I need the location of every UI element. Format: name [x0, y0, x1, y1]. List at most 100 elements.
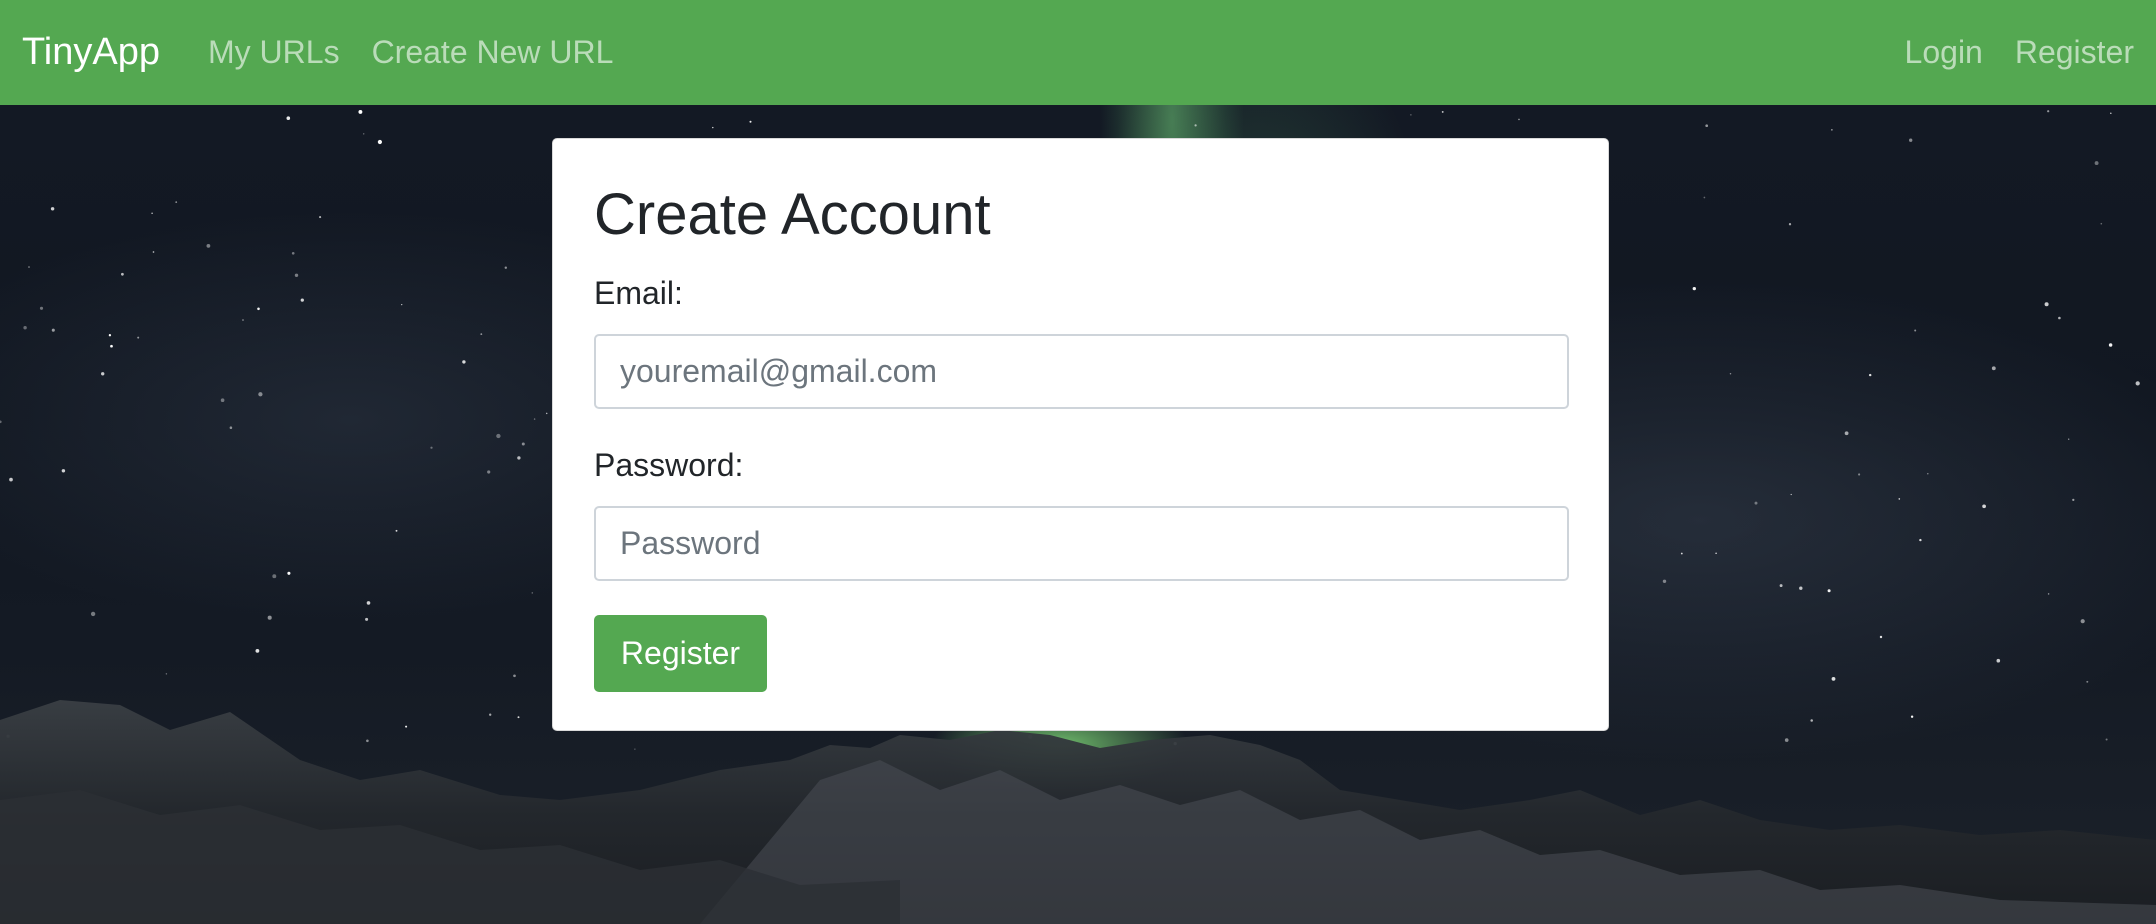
- star: [175, 201, 178, 203]
- star: [1831, 677, 1836, 681]
- star: [358, 109, 363, 114]
- star: [1788, 223, 1792, 226]
- star: [1662, 579, 1667, 584]
- star: [220, 398, 225, 403]
- star: [206, 244, 211, 248]
- star: [531, 592, 534, 594]
- star: [242, 319, 244, 321]
- form-title: Create Account: [594, 182, 991, 247]
- star: [1754, 501, 1758, 505]
- star: [1879, 635, 1883, 639]
- star: [521, 442, 525, 446]
- star: [517, 456, 521, 460]
- star: [2086, 680, 2089, 683]
- star: [165, 673, 168, 675]
- star: [101, 372, 105, 376]
- register-submit-button[interactable]: Register: [594, 615, 767, 692]
- star: [1927, 473, 1929, 475]
- star: [108, 334, 112, 337]
- star: [2072, 498, 2075, 502]
- star: [267, 615, 272, 620]
- star: [533, 418, 536, 420]
- star: [2094, 161, 2099, 166]
- star: [1703, 196, 1706, 199]
- star: [23, 325, 27, 330]
- star: [110, 344, 113, 348]
- star: [291, 251, 295, 255]
- star: [634, 748, 636, 750]
- star: [286, 116, 291, 120]
- star: [1919, 538, 1922, 542]
- star: [229, 426, 233, 429]
- password-label: Password:: [594, 447, 744, 483]
- star: [50, 207, 55, 211]
- star: [1858, 473, 1861, 476]
- star: [362, 133, 365, 135]
- star: [1909, 138, 1913, 142]
- star: [430, 446, 433, 449]
- star: [1680, 552, 1683, 555]
- star: [0, 420, 2, 424]
- star: [255, 649, 260, 653]
- star: [1790, 493, 1792, 496]
- nav-link-create-new-url[interactable]: Create New URL: [372, 34, 614, 71]
- star: [287, 571, 291, 575]
- star: [2135, 381, 2140, 386]
- star: [1410, 114, 1412, 116]
- star: [749, 120, 752, 123]
- star: [513, 674, 516, 678]
- star: [152, 251, 155, 253]
- star: [39, 306, 44, 310]
- star: [1898, 498, 1901, 500]
- star: [28, 266, 30, 268]
- star: [2105, 738, 2108, 741]
- star: [2047, 593, 2050, 595]
- star: [366, 601, 371, 605]
- email-input[interactable]: [594, 334, 1569, 409]
- star: [462, 360, 466, 364]
- star: [1705, 124, 1709, 128]
- nav-link-login[interactable]: Login: [1905, 34, 1983, 71]
- star: [1844, 431, 1849, 436]
- star: [1827, 589, 1831, 593]
- star: [1779, 584, 1783, 588]
- star: [712, 126, 714, 129]
- star: [2068, 438, 2070, 440]
- nav-link-register[interactable]: Register: [2015, 34, 2134, 71]
- star: [395, 529, 398, 532]
- star: [2080, 619, 2085, 624]
- brand-logo-link[interactable]: TinyApp: [22, 31, 160, 74]
- star: [1729, 372, 1732, 375]
- star: [1868, 373, 1872, 377]
- star: [2100, 222, 2103, 225]
- password-input[interactable]: [594, 506, 1569, 581]
- star: [257, 307, 260, 311]
- nav-link-my-urls[interactable]: My URLs: [208, 34, 340, 71]
- star: [319, 216, 322, 219]
- star: [258, 392, 263, 397]
- star: [90, 611, 96, 617]
- star: [2110, 112, 2112, 115]
- star: [1518, 118, 1520, 121]
- star: [401, 303, 403, 306]
- star: [1982, 504, 1986, 509]
- star: [9, 477, 13, 482]
- star: [545, 412, 548, 415]
- star: [2047, 110, 2050, 113]
- star: [1991, 366, 1996, 371]
- star: [504, 266, 507, 269]
- create-account-card: Create Account Email: Password: Register: [552, 138, 1609, 731]
- star: [480, 333, 483, 336]
- star: [517, 716, 520, 719]
- star: [1831, 129, 1833, 131]
- star: [294, 273, 299, 277]
- star: [1996, 658, 2001, 663]
- star: [1914, 329, 1917, 332]
- star: [2108, 343, 2113, 347]
- star: [496, 433, 501, 439]
- star: [1799, 586, 1803, 590]
- star: [1441, 110, 1444, 113]
- star: [489, 713, 492, 716]
- star: [405, 725, 408, 728]
- star: [2058, 316, 2061, 320]
